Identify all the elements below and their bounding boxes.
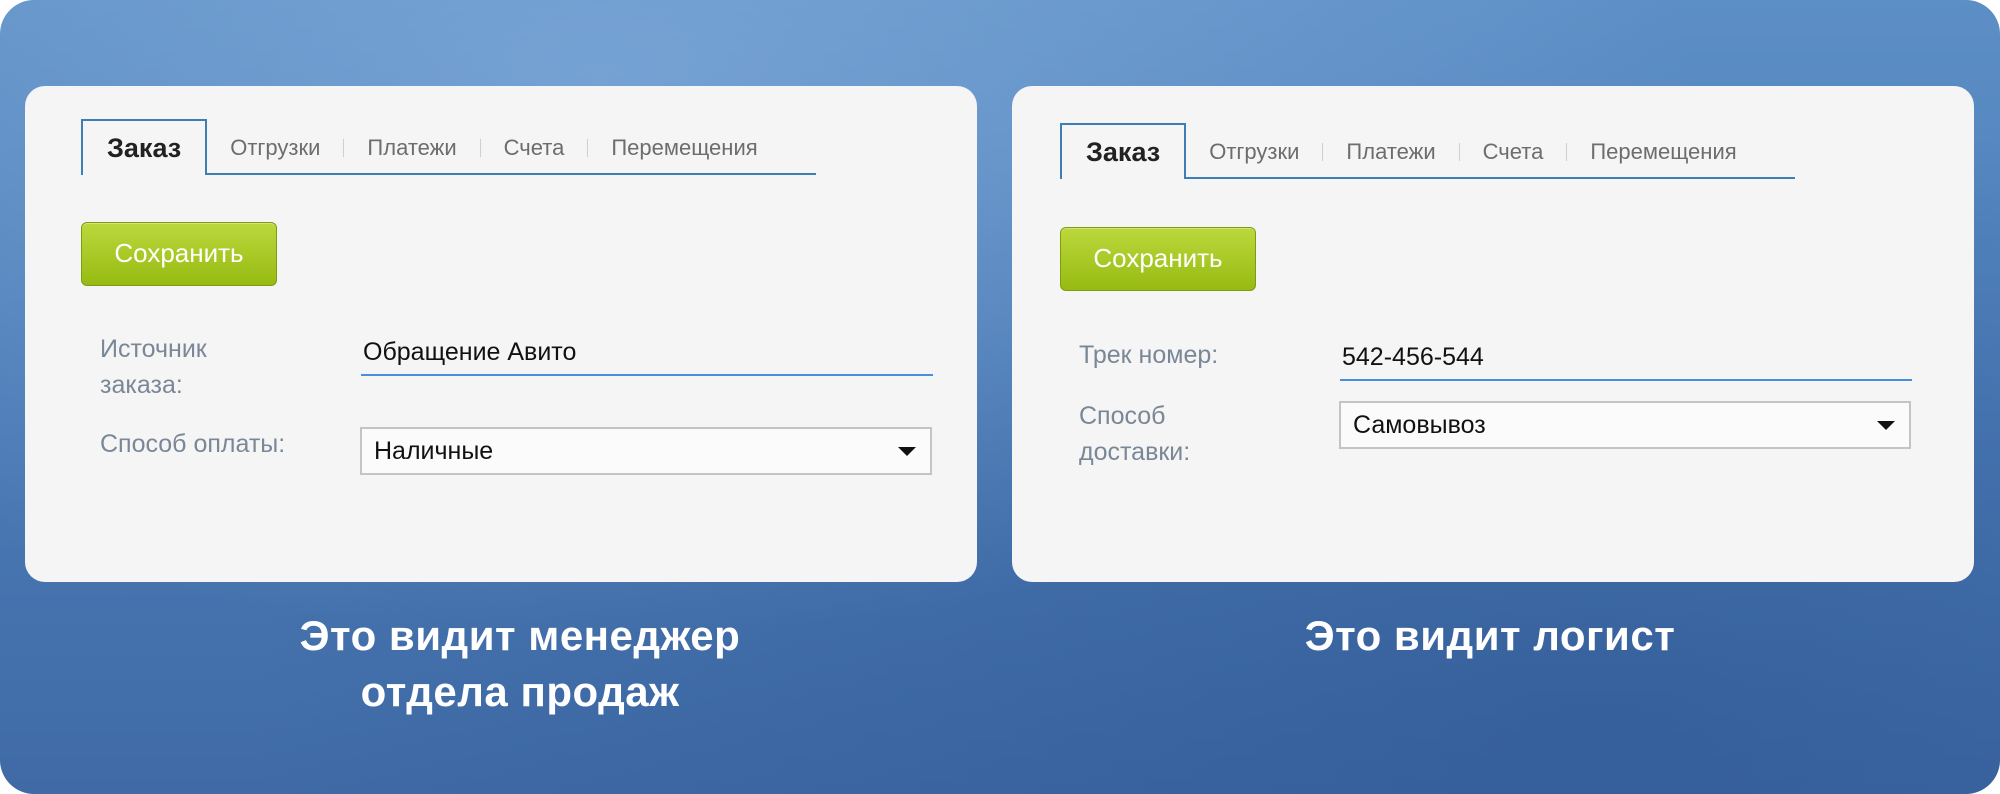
save-button[interactable]: Сохранить xyxy=(81,222,277,286)
tab-transfers[interactable]: Перемещения xyxy=(588,121,780,175)
delivery-method-select[interactable]: Самовывоз xyxy=(1339,401,1911,449)
tab-order[interactable]: Заказ xyxy=(81,119,208,175)
delivery-method-label: Способ доставки: xyxy=(1079,402,1191,466)
dropdown-arrow-icon xyxy=(1877,421,1895,430)
tab-bar: Заказ Отгрузки Платежи Счета Перемещения xyxy=(81,119,816,175)
track-number-label: Трек номер: xyxy=(1079,341,1219,369)
track-number-field[interactable]: 542-456-544 xyxy=(1340,335,1912,381)
tab-payments[interactable]: Платежи xyxy=(1323,125,1458,179)
order-source-label: Источник заказа: xyxy=(100,335,207,399)
tab-invoices[interactable]: Счета xyxy=(1460,125,1567,179)
tab-invoices[interactable]: Счета xyxy=(481,121,588,175)
tab-shipments[interactable]: Отгрузки xyxy=(207,121,343,175)
order-source-field[interactable]: Обращение Авито xyxy=(361,330,933,376)
payment-method-value: Наличные xyxy=(374,437,494,465)
manager-view-card: Заказ Отгрузки Платежи Счета Перемещения… xyxy=(25,86,977,582)
logist-caption: Это видит логист xyxy=(1304,612,1676,659)
payment-method-select[interactable]: Наличные xyxy=(360,427,932,475)
tab-transfers[interactable]: Перемещения xyxy=(1567,125,1759,179)
tab-bar: Заказ Отгрузки Платежи Счета Перемещения xyxy=(1060,123,1795,179)
delivery-method-value: Самовывоз xyxy=(1353,411,1486,439)
tab-shipments[interactable]: Отгрузки xyxy=(1186,125,1322,179)
manager-caption: Это видит менеджер отдела продаж xyxy=(299,612,741,715)
background: Заказ Отгрузки Платежи Счета Перемещения… xyxy=(0,0,2000,794)
save-button[interactable]: Сохранить xyxy=(1060,227,1256,291)
payment-method-label: Способ оплаты: xyxy=(100,430,286,458)
tab-payments[interactable]: Платежи xyxy=(344,121,479,175)
logist-view-card: Заказ Отгрузки Платежи Счета Перемещения… xyxy=(1012,86,1974,582)
dropdown-arrow-icon xyxy=(898,447,916,456)
tab-order[interactable]: Заказ xyxy=(1060,123,1187,179)
